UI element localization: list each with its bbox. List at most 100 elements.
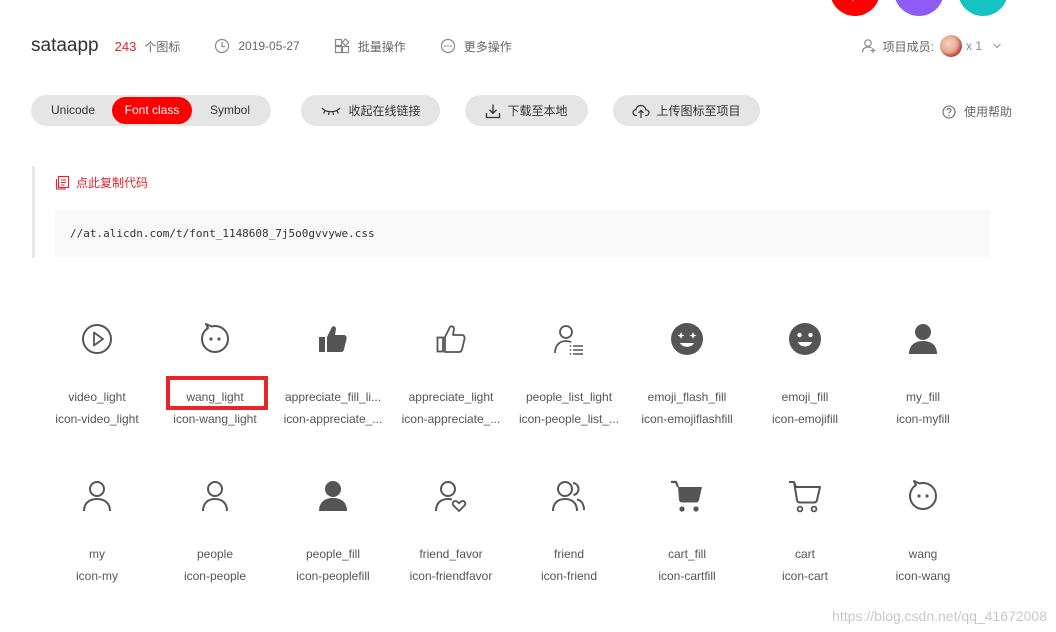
closed-eye-icon: [321, 107, 341, 115]
icon-card[interactable]: people icon-people: [156, 479, 274, 583]
icon-name: people_fill: [305, 547, 361, 561]
download-icon: [486, 104, 501, 118]
copy-icon: [55, 175, 70, 190]
icon-class: icon-video_light: [55, 412, 139, 426]
download-button[interactable]: 下载至本地: [465, 95, 588, 126]
icon-class: icon-my: [75, 569, 118, 583]
help-link[interactable]: 使用帮助: [942, 103, 1012, 120]
icon-class: icon-peoplefill: [296, 569, 370, 583]
icon-class: icon-people_list_...: [518, 412, 620, 426]
icon-card[interactable]: people_fill icon-peoplefill: [274, 479, 392, 583]
more-operations-label: 更多操作: [463, 39, 512, 54]
icon-grid: video_light icon-video_light wang_light …: [38, 322, 982, 632]
emoji-fill-icon: [789, 323, 821, 355]
copy-code-label: 点此复制代码: [76, 176, 149, 190]
members-label: 项目成员:: [882, 39, 934, 54]
collapse-online-link-label: 收起在线链接: [348, 104, 421, 118]
code-section: 点此复制代码 //at.alicdn.com/t/font_1148608_7j…: [32, 166, 990, 258]
thumb-up-fill-icon: [319, 326, 347, 352]
icon-card[interactable]: my icon-my: [38, 479, 156, 583]
member-count: x 1: [965, 39, 982, 53]
batch-operations-button[interactable]: 批量操作: [334, 38, 406, 55]
cart-outline-icon: [789, 481, 821, 513]
project-title: sataapp: [31, 35, 99, 56]
fab-teal-button[interactable]: [958, 0, 1008, 16]
created-date: 2019-05-27: [214, 38, 300, 54]
icon-card[interactable]: wang icon-wang: [864, 479, 982, 583]
css-url-code[interactable]: //at.alicdn.com/t/font_1148608_7j5o0gvvy…: [55, 210, 990, 257]
icon-class: icon-people: [183, 569, 247, 583]
wang-face-icon: [201, 323, 229, 353]
help-label: 使用帮助: [963, 105, 1012, 119]
watermark: https://blog.csdn.net/qq_41672008: [832, 608, 1047, 624]
share-icon: [973, 0, 993, 12]
tab-unicode[interactable]: Unicode: [34, 97, 112, 124]
member-avatar[interactable]: [939, 35, 962, 57]
wang-icon: [909, 480, 937, 510]
help-icon: [942, 104, 956, 119]
upload-to-project-button[interactable]: 上传图标至项目: [613, 95, 760, 126]
icon-class: icon-wang_light: [173, 412, 257, 426]
icon-class: icon-cart: [781, 569, 828, 583]
icon-card[interactable]: friend_favor icon-friendfavor: [392, 479, 510, 583]
icon-card[interactable]: wang_light icon-wang_light: [156, 322, 274, 426]
icon-name: wang: [908, 547, 938, 561]
people-list-icon: [554, 325, 583, 355]
icon-name: people_list_light: [525, 390, 613, 404]
project-members[interactable]: 项目成员: x 1: [861, 35, 1008, 57]
copy-code-link[interactable]: 点此复制代码: [55, 174, 148, 191]
upload-to-project-label: 上传图标至项目: [656, 104, 741, 118]
icon-card[interactable]: appreciate_fill_li... icon-appreciate_..…: [274, 322, 392, 426]
more-operations-button[interactable]: 更多操作: [440, 38, 512, 55]
icon-name: appreciate_light: [408, 390, 494, 404]
icon-card[interactable]: emoji_flash_fill icon-emojiflashfill: [628, 322, 746, 426]
icon-card[interactable]: emoji_fill icon-emojifill: [746, 322, 864, 426]
download-label: 下载至本地: [507, 104, 568, 118]
more-icon: [440, 38, 455, 54]
tab-font-class[interactable]: Font class: [112, 97, 192, 124]
icon-card[interactable]: people_list_light icon-people_list_...: [510, 322, 628, 426]
icon-class: icon-friendfavor: [409, 569, 493, 583]
icon-card[interactable]: appreciate_light icon-appreciate_...: [392, 322, 510, 426]
chevron-down-icon: [993, 43, 1001, 49]
project-header: sataapp 243 个图标 2019-05-27 批量操作 更多操作 项目成…: [31, 30, 1016, 62]
icon-class: icon-emojiflashfill: [641, 412, 733, 426]
play-circle-icon: [82, 324, 112, 354]
icon-card[interactable]: cart icon-cart: [746, 479, 864, 583]
members-icon: [861, 39, 876, 53]
fab-purple-button[interactable]: [894, 0, 944, 16]
icon-name: friend: [553, 547, 585, 561]
thumb-up-outline-icon: [436, 325, 466, 353]
icon-name: emoji_flash_fill: [647, 390, 727, 404]
arrow-icon: [852, 0, 854, 1]
icon-card[interactable]: my_fill icon-myfill: [864, 322, 982, 426]
icon-card[interactable]: friend icon-friend: [510, 479, 628, 583]
people-fill-icon: [319, 481, 347, 511]
icon-class: icon-cartfill: [658, 569, 716, 583]
icon-count: 243: [114, 38, 137, 54]
icon-card[interactable]: cart_fill icon-cartfill: [628, 479, 746, 583]
batch-operations-label: 批量操作: [357, 39, 406, 54]
icon-name: cart_fill: [667, 547, 706, 561]
fab-red-button[interactable]: [830, 0, 880, 16]
icon-class: icon-emojifill: [771, 412, 839, 426]
icon-name: my_fill: [905, 390, 940, 404]
icon-class: icon-appreciate_...: [401, 412, 501, 426]
collapse-online-link-button[interactable]: 收起在线链接: [301, 95, 440, 126]
cloud-upload-icon: [632, 104, 651, 118]
icon-name: cart: [794, 547, 815, 561]
toolbar: Unicode Font class Symbol 收起在线链接 下载至本地 上…: [31, 95, 1016, 127]
icon-class: icon-appreciate_...: [283, 412, 383, 426]
created-date-text: 2019-05-27: [238, 39, 300, 53]
format-segmented-control: Unicode Font class Symbol: [31, 95, 271, 126]
icon-class: icon-wang: [895, 569, 951, 583]
friend-icon: [552, 481, 585, 512]
highlight-annotation-box: [166, 376, 268, 410]
icon-card[interactable]: video_light icon-video_light: [38, 322, 156, 426]
people-outline-icon: [202, 481, 228, 512]
icon-class: icon-myfill: [896, 412, 950, 426]
friend-favor-icon: [435, 481, 467, 512]
cart-fill-icon: [671, 480, 702, 512]
tab-symbol[interactable]: Symbol: [192, 97, 268, 124]
icon-name: people: [196, 547, 234, 561]
